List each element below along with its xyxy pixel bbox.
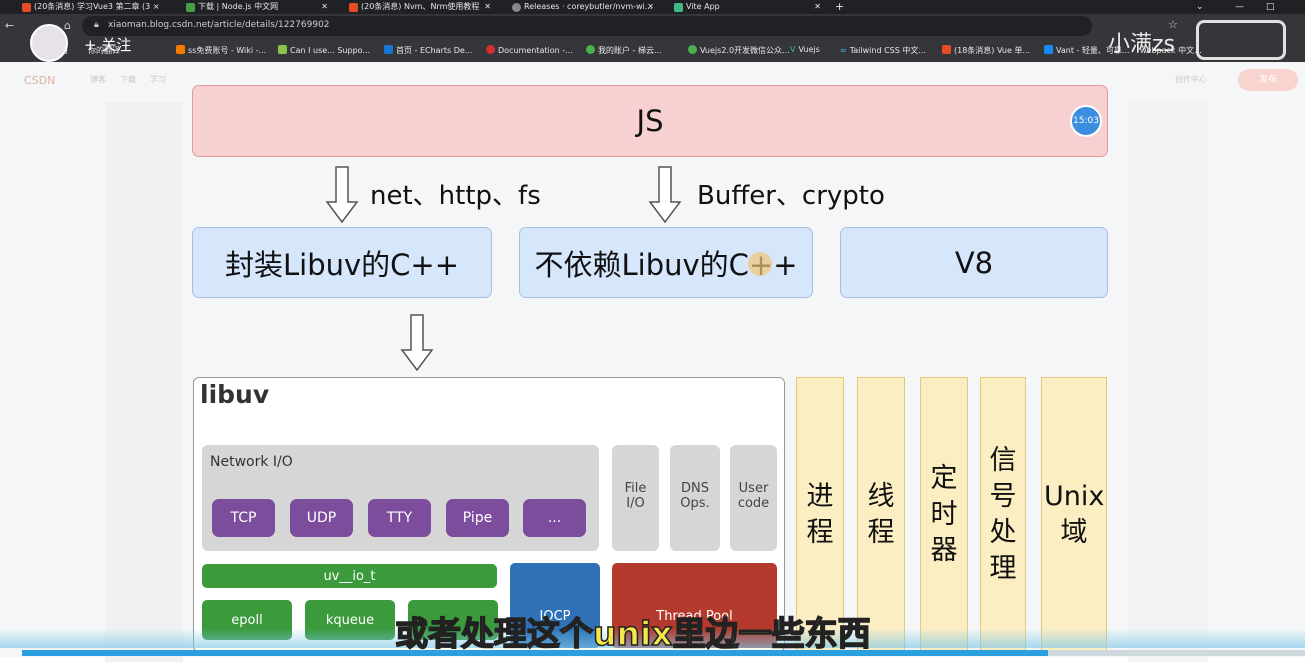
close-tab-icon[interactable]: ✕ [647, 0, 654, 14]
more-pill: ... [523, 499, 586, 537]
down-arrow-icon [325, 166, 359, 224]
close-tab-icon[interactable]: ✕ [814, 0, 821, 14]
back-icon[interactable]: ← [5, 19, 14, 32]
echarts-icon [384, 45, 393, 54]
pipe-pill: Pipe [446, 499, 509, 537]
time-badge: 15:03 [1070, 105, 1102, 137]
bookmark-documentation[interactable]: Documentation -... [486, 45, 573, 55]
bookmark-vue-single[interactable]: (18条消息) Vue 单... [942, 45, 1030, 56]
creator-center-link[interactable]: 创作中心 [1175, 74, 1207, 85]
tty-pill: TTY [368, 499, 431, 537]
vite-favicon-icon [674, 3, 683, 12]
udp-pill: UDP [290, 499, 353, 537]
network-io-label: Network I/O [210, 454, 293, 470]
left-sidebar [105, 102, 183, 662]
uv-io-t-bar: uv__io_t [202, 564, 497, 588]
publish-button[interactable]: 发布 [1238, 69, 1298, 91]
tab-nodejs-download[interactable]: 下载 | Node.js 中文网 ✕ [182, 0, 332, 14]
bookmark-caniuse[interactable]: Can I use... Suppo... [278, 45, 370, 55]
csdn-logo: CSDN [24, 74, 56, 87]
right-sidebar [1128, 102, 1208, 662]
url-bar[interactable]: 🔒︎ xiaoman.blog.csdn.net/article/details… [82, 16, 1092, 36]
csdn-nav-learn[interactable]: 学习 [150, 74, 166, 85]
csdn-favicon-icon [942, 45, 951, 54]
github-favicon-icon [512, 3, 521, 12]
vue-logo-icon: V [790, 45, 796, 54]
browser-tab-bar: (20条消息) 学习Vue3 第二章 (3 × 下载 | Node.js 中文网… [0, 0, 1305, 14]
bookmark-wechat[interactable]: Vuejs2.0开发微信公众... [688, 45, 790, 56]
nodejs-favicon-icon [186, 3, 195, 12]
wechat-icon [688, 45, 697, 54]
user-code-label: User code [737, 481, 770, 511]
tailwind-icon: ≈ [840, 46, 847, 55]
down-arrow-icon [400, 314, 434, 372]
csdn-nav-blog[interactable]: 博客 [90, 74, 106, 85]
tab-vue3-study[interactable]: (20条消息) 学习Vue3 第二章 (3 × [18, 0, 178, 14]
bilibili-logo-icon [1196, 20, 1286, 60]
dns-label: DNS Ops. [680, 481, 710, 511]
caniuse-icon [278, 45, 287, 54]
close-tab-icon[interactable]: ✕ [321, 0, 328, 14]
csdn-favicon-icon [22, 3, 31, 12]
arrow2-label: Buffer、crypto [697, 181, 885, 211]
cursor-highlight [748, 252, 772, 276]
fox-icon [176, 45, 185, 54]
bookmark-tailwind[interactable]: ≈ Tailwind CSS 中文... [840, 45, 926, 56]
tab-nvm-nrm[interactable]: (20条消息) Nvm、Nrm使用教程 ✕ [345, 0, 495, 14]
right-tools [1214, 152, 1264, 672]
libuv-title: libuv [200, 380, 270, 409]
bookmark-account[interactable]: 我的账户 - 梯云... [586, 45, 662, 56]
uploader-avatar[interactable] [30, 24, 68, 62]
minimize-icon[interactable]: — [1235, 0, 1244, 14]
csdn-nav-download[interactable]: 下载 [120, 74, 136, 85]
arrow1-label: net、http、fs [370, 181, 541, 211]
subtitle-text: 或者处理这个unix里边一些东西 [394, 613, 871, 654]
close-tab-icon[interactable]: ✕ [484, 0, 491, 14]
watermark: 小满zs [1108, 32, 1176, 57]
maximize-icon[interactable]: □ [1266, 0, 1275, 14]
new-tab-button[interactable]: + [835, 0, 844, 14]
js-box: JS [192, 85, 1108, 157]
cpp-libuv-box: 封装Libuv的C++ [192, 227, 492, 298]
file-io-label: File I/O [624, 481, 647, 511]
tab-nvm-releases[interactable]: Releases · coreybutler/nvm-wi... ✕ [508, 0, 658, 14]
progress-fill [22, 650, 1049, 656]
bookmark-echarts[interactable]: 首页 - ECharts De... [384, 45, 472, 56]
tab-search-icon[interactable]: ⌄ [1196, 0, 1204, 14]
lock-icon: 🔒︎ [94, 20, 99, 30]
v8-box: V8 [840, 227, 1108, 298]
vant-icon [1044, 45, 1053, 54]
unix-domain-box: Unix域 [1041, 377, 1107, 652]
tcp-pill: TCP [212, 499, 275, 537]
timer-box: 定时器 [920, 377, 968, 652]
down-arrow-icon [648, 166, 682, 224]
home-icon[interactable]: ⌂ [64, 19, 71, 32]
tab-vite-app[interactable]: Vite App ✕ [670, 0, 825, 14]
doc-icon [486, 45, 495, 54]
account-icon [586, 45, 595, 54]
progress-track[interactable] [22, 650, 1305, 656]
follow-button[interactable]: + 关注 [84, 34, 131, 55]
url-text: xiaoman.blog.csdn.net/article/details/12… [108, 20, 330, 30]
bookmark-ss-wiki[interactable]: ss免费账号 - Wiki -... [176, 45, 266, 56]
csdn-favicon-icon [349, 3, 358, 12]
signal-box: 信号处理 [980, 377, 1026, 652]
bookmark-vuejs[interactable]: V Vuejs [790, 45, 820, 54]
